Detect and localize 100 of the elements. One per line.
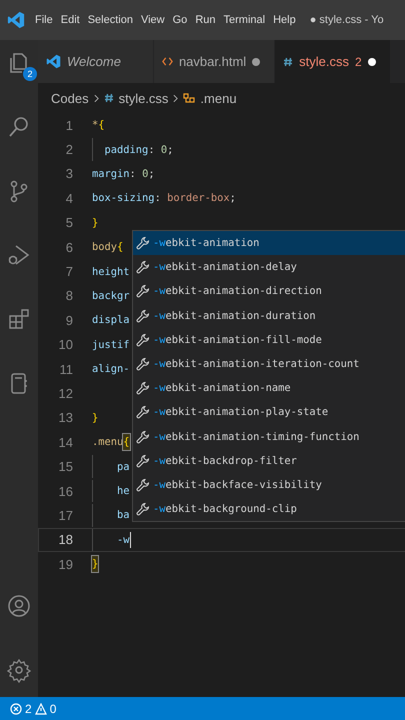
wrench-icon (136, 284, 150, 298)
menubar-entry[interactable]: View (140, 14, 165, 26)
wrench-icon (136, 502, 150, 516)
line-number: 10 (58, 337, 73, 352)
app-logo-icon (46, 54, 61, 69)
error-icon[interactable] (10, 702, 22, 714)
code-token: 0 (160, 142, 168, 158)
chevron-icon (173, 94, 178, 102)
code-token: box-sizing (92, 191, 155, 206)
suggestion-item[interactable]: -webkit-backface-visibility (133, 472, 405, 498)
suggestion-item[interactable]: -webkit-animation-delay (133, 255, 405, 280)
code-token: { (98, 118, 105, 134)
line-number: 5 (64, 215, 73, 230)
line-number: 15 (58, 459, 73, 474)
wrench-icon (136, 308, 150, 323)
suggestion-item[interactable]: -webkit-animation-direction (133, 279, 405, 304)
app-logo-icon (7, 11, 25, 29)
warning-count[interactable]: 0 (50, 702, 56, 716)
code-token: : (130, 166, 137, 182)
menubar-entry[interactable]: Selection (88, 14, 133, 26)
editor-tab[interactable]: navbar.html (154, 40, 274, 83)
code-token: } (92, 556, 98, 572)
code-token: height (92, 264, 130, 280)
line-number: 19 (58, 556, 73, 572)
code-token: align- (92, 362, 130, 378)
css-file-icon (104, 93, 114, 103)
line-number: 4 (64, 190, 73, 206)
error-count[interactable]: 2 (25, 702, 32, 716)
wrench-icon (136, 478, 150, 492)
code-token: ; (230, 191, 236, 206)
line-number: 17 (58, 508, 73, 523)
unsaved-dot-icon (368, 58, 376, 66)
code-token: -w (116, 532, 130, 548)
breadcrumb-item[interactable]: .menu (200, 90, 237, 106)
wrench-icon (136, 260, 150, 274)
wrench-icon (136, 236, 150, 250)
code-token: ; (148, 166, 155, 182)
suggestion-item[interactable]: -webkit-animation-fill-mode (133, 328, 405, 352)
symbol-class-icon (183, 92, 196, 104)
menubar-entry[interactable]: Help (273, 14, 296, 26)
code-token: * (92, 118, 98, 134)
code-token: body (92, 240, 118, 256)
line-number: 6 (64, 240, 73, 255)
editor-tab[interactable]: Welcome (38, 40, 153, 83)
code-token: { (123, 434, 130, 450)
suggestion-item[interactable]: -webkit-animation-duration (133, 304, 405, 328)
line-number: 8 (64, 288, 73, 304)
account-icon[interactable] (7, 593, 31, 619)
menubar-entry[interactable]: Edit (60, 14, 80, 26)
line-number: 2 (64, 142, 73, 158)
line-number: 16 (58, 484, 73, 499)
code-token: pa (116, 460, 130, 475)
code-token: justif (92, 338, 130, 353)
suggestion-item[interactable]: -webkit-animation-play-state (133, 400, 405, 424)
code-token: ; (167, 142, 174, 158)
warning-icon[interactable] (34, 702, 47, 714)
code-token: border-box (167, 191, 230, 206)
suggestion-item[interactable]: -webkit-animation-name (133, 376, 405, 400)
code-token: : (154, 191, 162, 206)
text-cursor (130, 532, 132, 548)
line-number: 3 (64, 166, 73, 182)
suggestion-item[interactable]: -webkit-background-clip (133, 497, 405, 522)
html-file-icon (162, 56, 173, 67)
code-token: : (148, 142, 156, 158)
wrench-icon (136, 381, 150, 396)
wrench-icon (136, 332, 150, 347)
line-number: 7 (64, 264, 73, 280)
line-number: 9 (64, 312, 73, 328)
code-token: backgr (92, 288, 130, 304)
suggestion-item[interactable]: -webkit-animation-timing-function (133, 424, 405, 449)
menubar-entry[interactable]: Terminal (224, 14, 266, 26)
suggestion-item[interactable]: -webkit-backdrop-filter (133, 448, 405, 473)
suggestion-item[interactable]: -webkit-animation-iteration-count (133, 352, 405, 376)
code-token: } (92, 216, 98, 231)
settings-icon[interactable] (7, 657, 31, 683)
menubar-entry[interactable]: Run (195, 14, 216, 26)
menubar-entry[interactable]: Go (172, 14, 188, 26)
breadcrumb-item[interactable]: style.css (118, 90, 168, 106)
breadcrumb-item[interactable]: Codes (51, 90, 89, 106)
wrench-icon (136, 454, 150, 468)
menubar-entry[interactable]: File (35, 14, 53, 26)
wrench-icon (136, 405, 150, 420)
code-token: ba (116, 508, 130, 524)
chevron-icon (94, 94, 99, 102)
suggestion-item[interactable]: -webkit-animation (133, 231, 405, 256)
editor-tab[interactable]: style.css 2 (275, 40, 390, 83)
code-token: he (116, 484, 130, 500)
code-token: 0 (142, 166, 148, 182)
line-number: 12 (58, 386, 73, 401)
code-token: { (117, 240, 124, 256)
line-number: 11 (58, 362, 73, 377)
code-token: padding (104, 142, 148, 158)
code-token: displa (92, 313, 130, 328)
css-file-icon (283, 56, 294, 66)
line-number: 1 (64, 118, 73, 133)
code-token: .menu (92, 435, 124, 450)
wrench-icon (136, 430, 150, 444)
badge: 2 (23, 67, 37, 81)
wrench-icon (136, 357, 150, 372)
unsaved-dot-icon (252, 58, 260, 66)
